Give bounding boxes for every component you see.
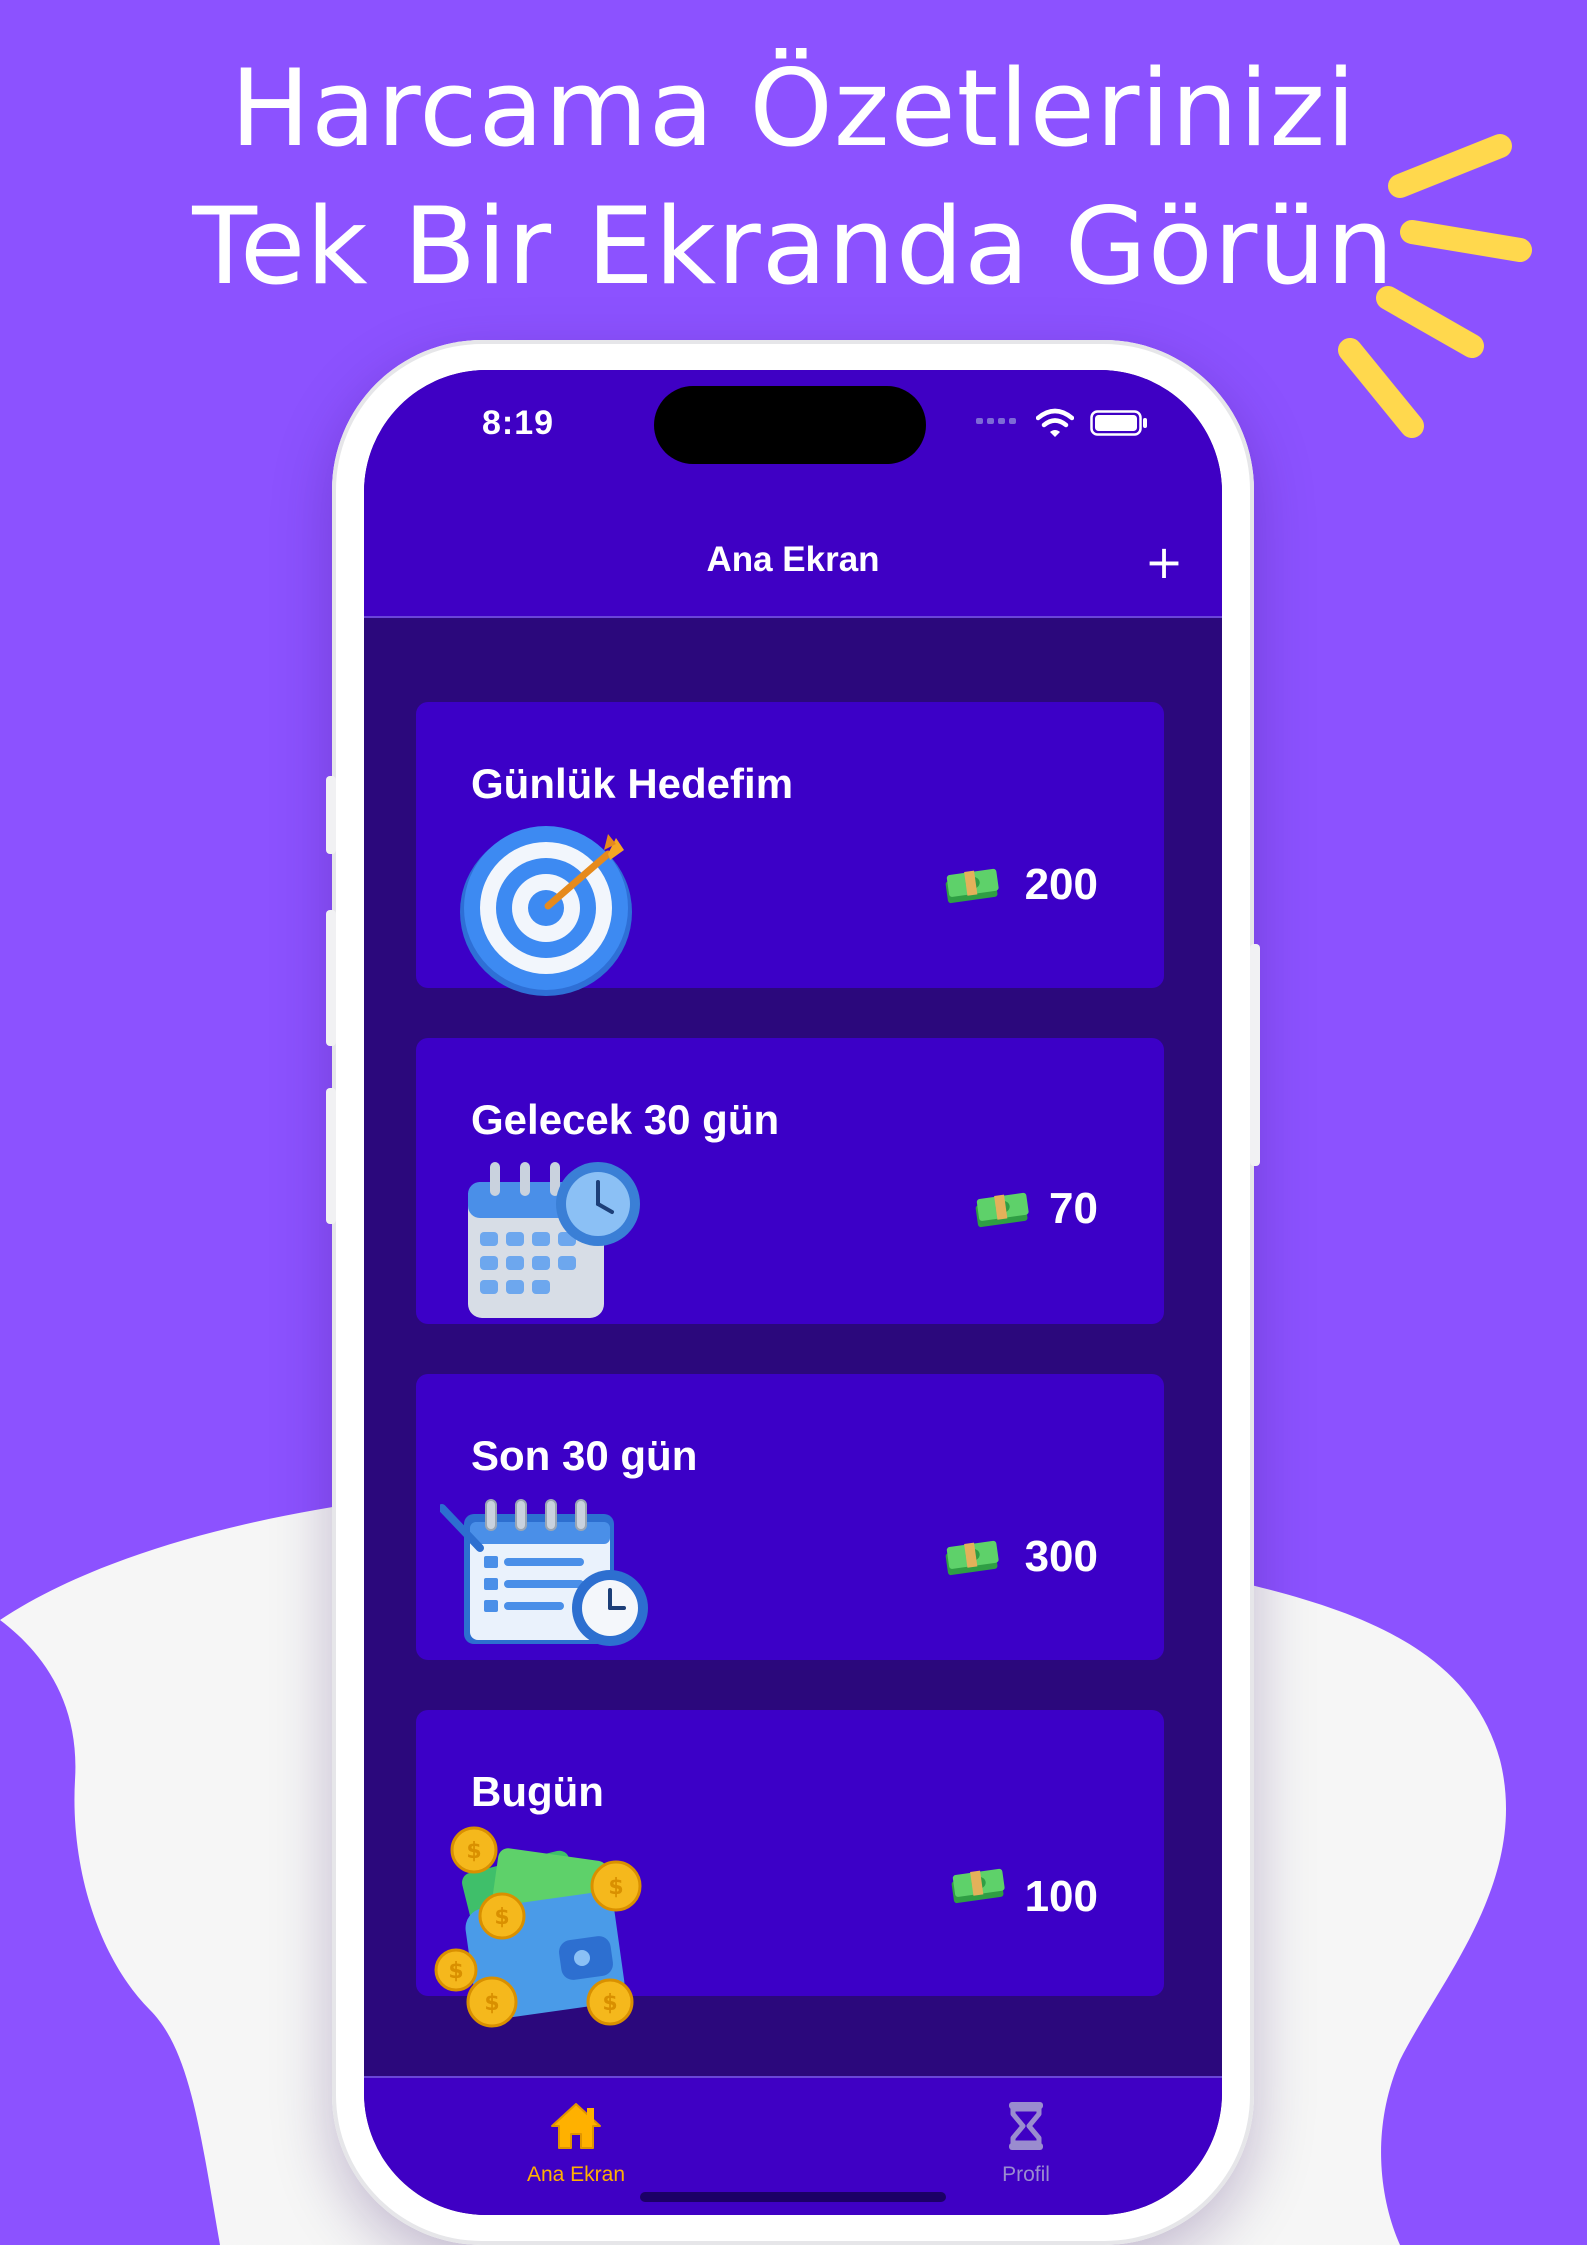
navigation-bar: Ana Ekran + — [364, 510, 1222, 618]
tab-home-label: Ana Ekran — [526, 2163, 626, 2186]
tab-home[interactable]: Ana Ekran — [476, 2100, 676, 2187]
card-amount: 100 — [1024, 1872, 1098, 1921]
home-indicator — [640, 2192, 946, 2202]
card-title: Günlük Hedefim — [471, 760, 794, 807]
money-icon — [975, 1192, 1029, 1228]
checklist-calendar-icon — [440, 1499, 648, 1646]
dynamic-island — [654, 386, 926, 464]
phone-volume-down-button — [326, 1088, 336, 1224]
svg-text:$: $ — [608, 1875, 623, 1900]
add-button[interactable]: + — [1144, 539, 1184, 585]
phone-action-button — [326, 776, 336, 854]
money-icon — [951, 1868, 1005, 1904]
svg-text:$: $ — [484, 1991, 499, 2016]
calendar-clock-icon — [468, 1162, 640, 1318]
tab-profile[interactable]: Profil — [926, 2100, 1126, 2187]
svg-text:$: $ — [448, 1959, 463, 1984]
cellular-dots-icon — [976, 418, 1016, 424]
svg-text:$: $ — [494, 1905, 509, 1930]
hourglass-icon — [1009, 2102, 1043, 2150]
wallet-coins-icon: $ $ $ $ $ $ — [434, 1826, 642, 2028]
plus-icon: + — [1144, 535, 1184, 589]
card-next-30-days[interactable]: Gelecek 30 gün 70 — [416, 1038, 1164, 1324]
sparkle-rays-icon — [1338, 134, 1532, 438]
svg-text:$: $ — [466, 1839, 481, 1864]
svg-text:$: $ — [602, 1991, 617, 2016]
battery-icon — [1090, 410, 1147, 436]
card-title: Son 30 gün — [471, 1432, 698, 1479]
wifi-icon — [1036, 408, 1074, 437]
phone-volume-up-button — [326, 910, 336, 1046]
money-icon — [945, 1540, 999, 1576]
card-title: Bugün — [471, 1768, 604, 1815]
card-today[interactable]: Bugün $ $ $ $ $ $ 100 — [416, 1710, 1164, 2028]
phone-power-button — [1250, 944, 1260, 1166]
status-bar: 8:19 — [364, 370, 1222, 510]
card-last-30-days[interactable]: Son 30 gün 300 — [416, 1374, 1164, 1660]
target-icon — [460, 826, 632, 996]
card-title: Gelecek 30 gün — [471, 1096, 780, 1143]
card-daily-goal[interactable]: Günlük Hedefim 200 — [416, 702, 1164, 996]
status-time: 8:19 — [482, 404, 555, 442]
summary-list: Günlük Hedefim 200 Gelecek 30 gün 70 Son… — [364, 618, 1222, 2078]
money-icon — [945, 868, 999, 904]
card-amount: 300 — [1024, 1532, 1098, 1581]
home-icon — [551, 2103, 601, 2149]
phone-frame: 8:19 Ana Ekran + Günlük Hedefim 200 Gele… — [326, 340, 1260, 2245]
card-amount: 200 — [1024, 860, 1098, 909]
tab-profile-label: Profil — [1002, 2163, 1050, 2186]
app-screen: 8:19 Ana Ekran + Günlük Hedefim 200 Gele… — [364, 370, 1222, 2215]
page-title: Ana Ekran — [706, 540, 880, 579]
card-amount: 70 — [1049, 1184, 1098, 1233]
